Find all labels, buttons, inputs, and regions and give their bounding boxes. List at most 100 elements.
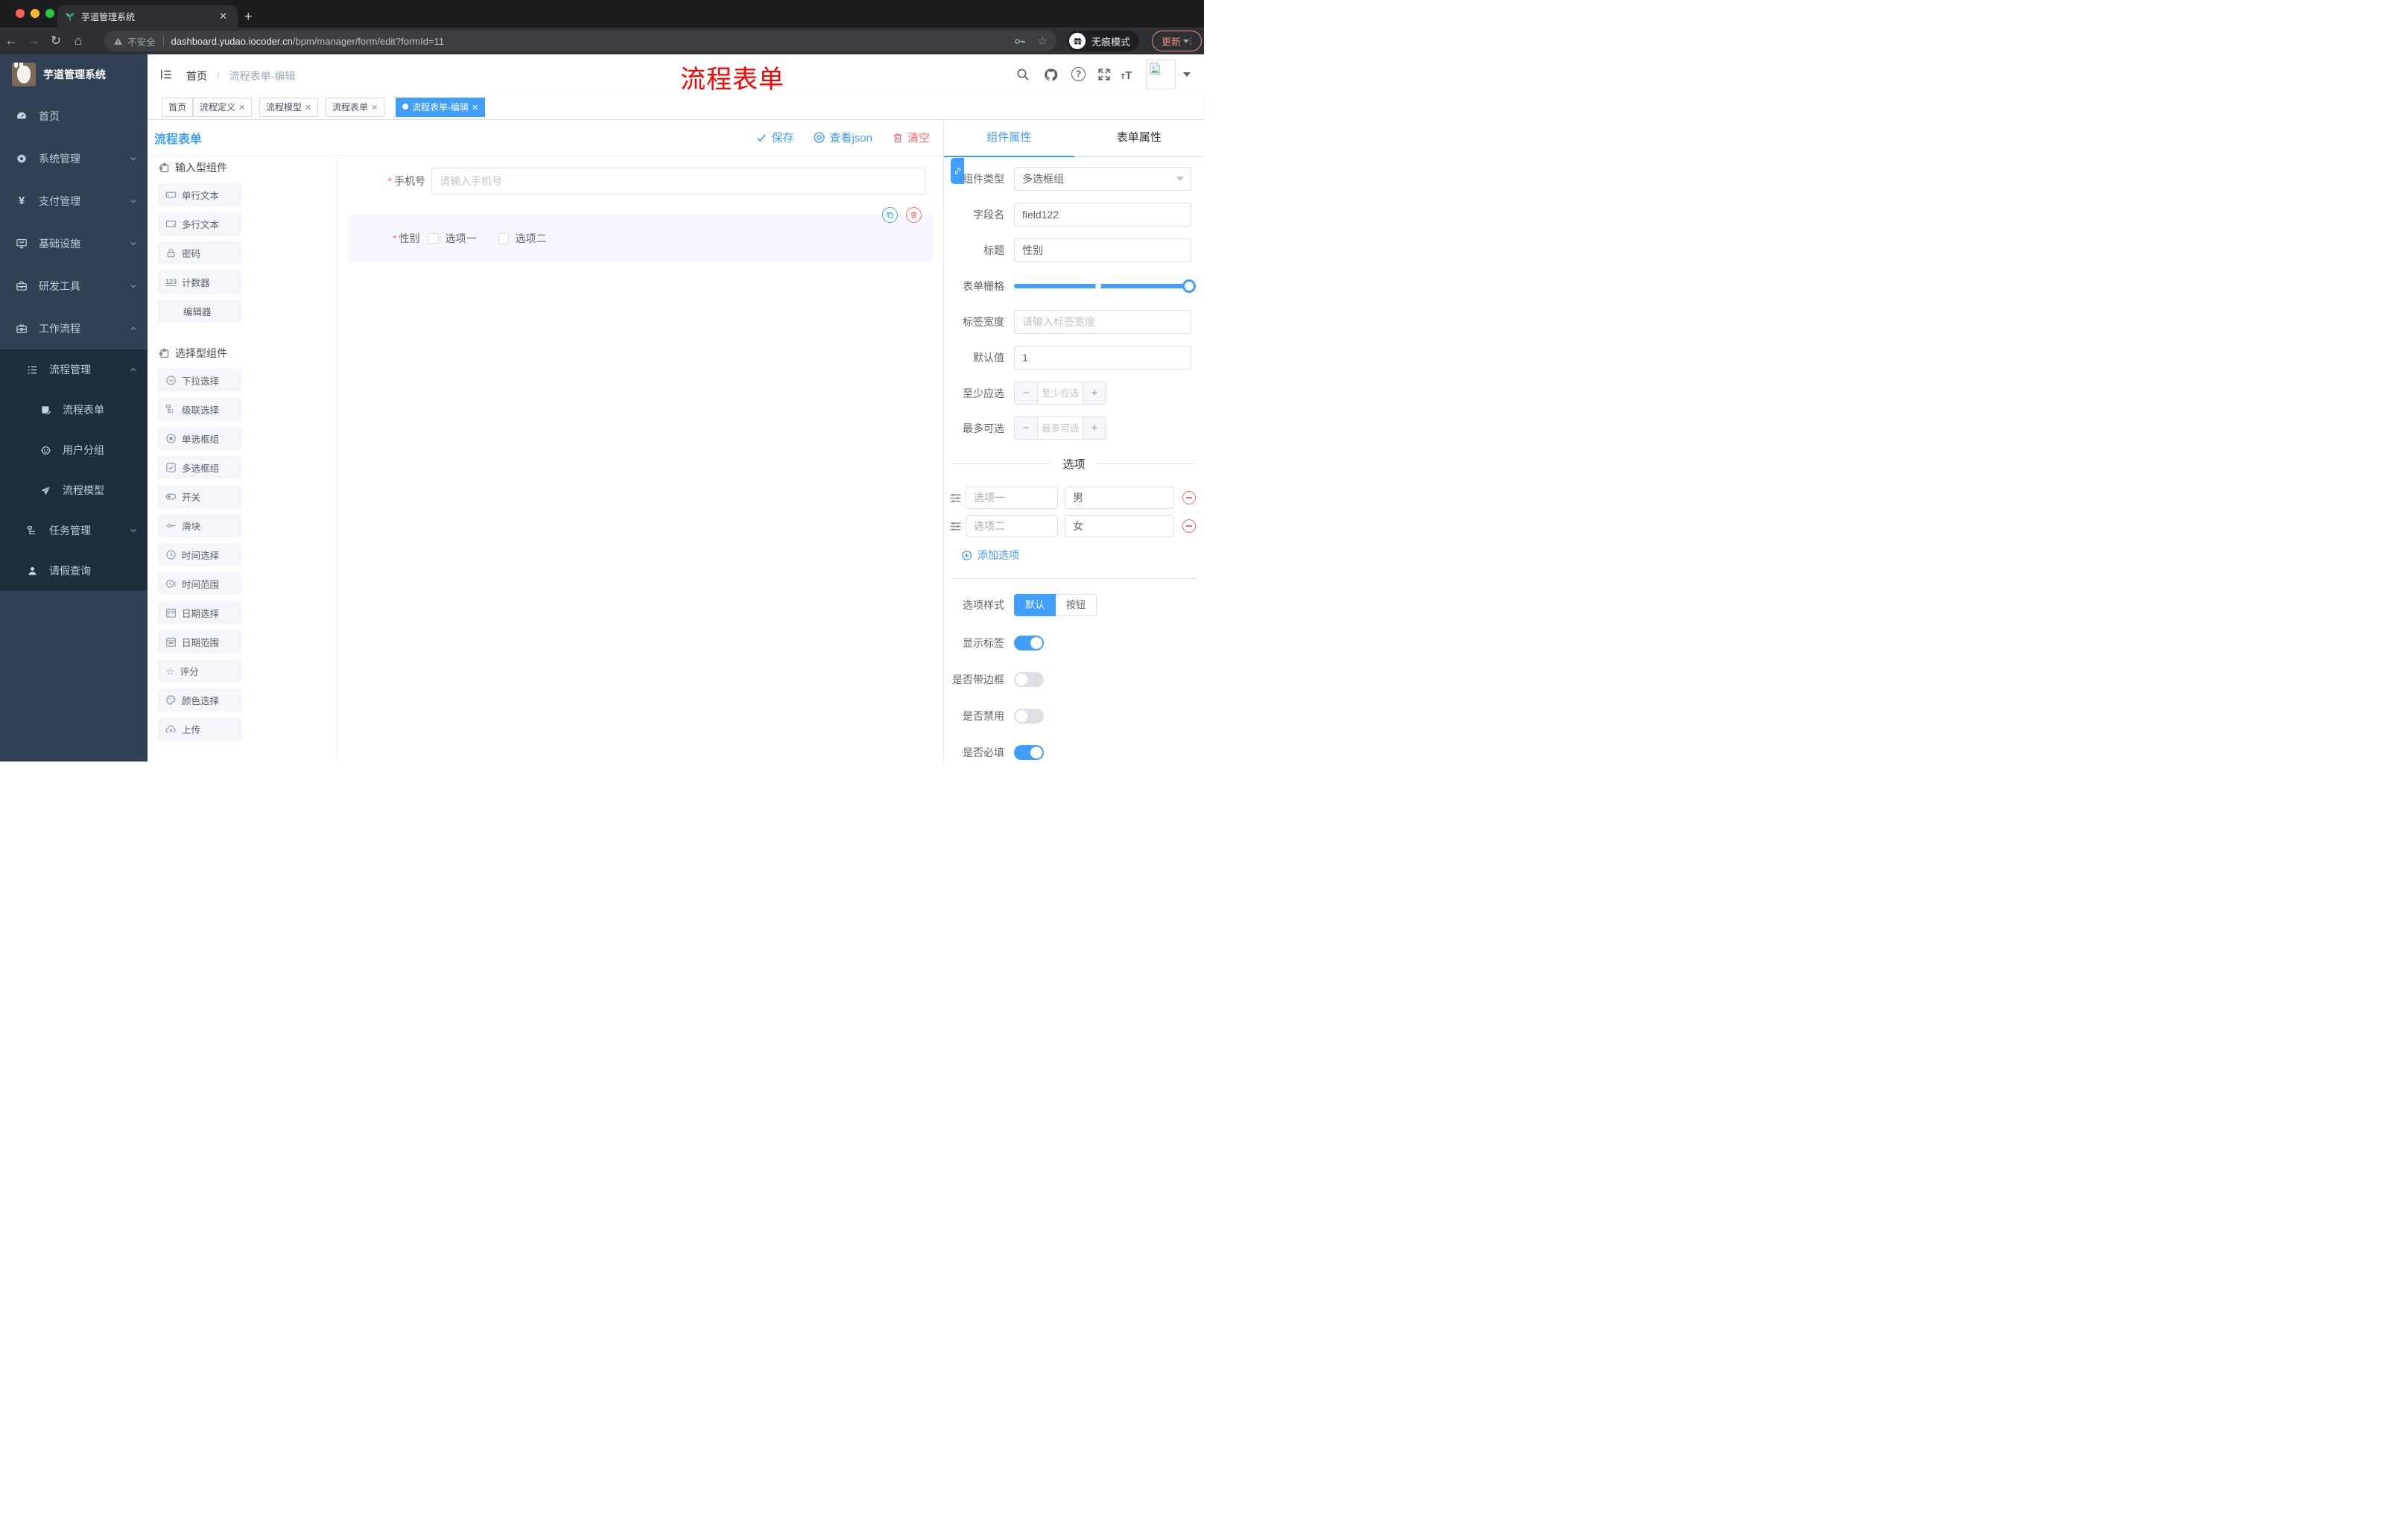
component-item[interactable]: 日期选择: [158, 601, 241, 624]
sidebar-item-process-model[interactable]: 流程模型: [0, 470, 148, 510]
option-value-input[interactable]: [1065, 487, 1174, 509]
sidebar-item-user-group[interactable]: 用户分组: [0, 430, 148, 470]
disabled-toggle[interactable]: [1014, 709, 1044, 723]
required-toggle[interactable]: [1014, 745, 1044, 760]
border-toggle[interactable]: [1014, 672, 1044, 687]
tab-form-props[interactable]: 表单属性: [1074, 120, 1205, 156]
password-key-icon[interactable]: [1013, 35, 1026, 48]
url-text[interactable]: dashboard.yudao.iocoder.cn/bpm/manager/f…: [171, 36, 1013, 47]
avatar-dropdown-caret[interactable]: [1183, 72, 1191, 77]
tab-component-props[interactable]: 组件属性: [944, 120, 1074, 157]
tag-process-model[interactable]: 流程模型 ✕: [259, 98, 319, 117]
delete-field-button[interactable]: [906, 207, 922, 223]
tag-process-definition[interactable]: 流程定义 ✕: [193, 98, 253, 117]
phone-field-row[interactable]: 手机号: [384, 168, 925, 194]
sidebar-item-infrastructure[interactable]: 基础设施: [0, 222, 148, 265]
link-tag-button[interactable]: [951, 158, 964, 184]
back-icon[interactable]: ←: [0, 34, 22, 48]
address-bar[interactable]: 不安全 dashboard.yudao.iocoder.cn/bpm/manag…: [104, 31, 1056, 51]
option-label-input[interactable]: [966, 515, 1058, 537]
component-type-select[interactable]: [1014, 167, 1191, 191]
decrease-button[interactable]: −: [1015, 382, 1037, 404]
sidebar-item-payment[interactable]: ¥ 支付管理: [0, 180, 148, 222]
component-item[interactable]: 密码: [158, 241, 241, 265]
slider-handle[interactable]: [1182, 279, 1196, 293]
save-button[interactable]: 保存: [755, 130, 793, 145]
view-json-button[interactable]: 查看json: [813, 130, 872, 145]
help-icon[interactable]: ?: [1071, 67, 1086, 81]
remove-option-button[interactable]: [1182, 519, 1196, 533]
title-input[interactable]: [1014, 238, 1191, 262]
drag-handle-icon[interactable]: [949, 492, 962, 504]
component-item[interactable]: 上传: [158, 718, 241, 741]
component-item[interactable]: 级联选择: [158, 398, 241, 421]
component-item[interactable]: 滑块: [158, 514, 241, 537]
close-icon[interactable]: ✕: [472, 104, 478, 113]
field-name-input[interactable]: [1014, 203, 1191, 227]
close-window-button[interactable]: [16, 9, 25, 18]
copy-field-button[interactable]: [882, 207, 898, 223]
option-value-input[interactable]: [1065, 515, 1174, 537]
component-item[interactable]: 多选框组: [158, 456, 241, 479]
min-select-input[interactable]: [1037, 382, 1083, 404]
component-item[interactable]: 单选框组: [158, 427, 241, 450]
component-item[interactable]: 时间选择: [158, 543, 241, 566]
sidebar-item-devtools[interactable]: 研发工具: [0, 265, 148, 307]
gender-field-row[interactable]: 性别 选项一 选项二: [393, 231, 568, 246]
gender-option-1[interactable]: 选项一: [428, 231, 476, 246]
toolbar-caret-icon[interactable]: [1183, 39, 1189, 43]
component-item[interactable]: 开关: [158, 485, 241, 508]
form-canvas[interactable]: 手机号 性别 选项一 选项二: [338, 156, 943, 762]
search-icon[interactable]: [1016, 68, 1030, 81]
fullscreen-icon[interactable]: [1097, 68, 1111, 81]
avatar[interactable]: [1146, 60, 1176, 89]
close-icon[interactable]: ✕: [371, 104, 378, 113]
style-default-button[interactable]: 默认: [1014, 594, 1056, 616]
sidebar-item-workflow[interactable]: 工作流程: [0, 307, 148, 349]
sidebar-toggle-icon[interactable]: [159, 68, 173, 81]
close-icon[interactable]: ✕: [238, 104, 245, 113]
tab-close-icon[interactable]: ✕: [216, 10, 230, 22]
component-item[interactable]: 下拉选择: [158, 369, 241, 392]
new-tab-button[interactable]: +: [244, 7, 253, 26]
default-value-input[interactable]: [1014, 346, 1191, 370]
sidebar-item-task-management[interactable]: 任务管理: [0, 510, 148, 551]
component-item[interactable]: 123 计数器: [158, 270, 241, 294]
github-icon[interactable]: [1044, 68, 1058, 82]
sidebar-item-home[interactable]: 首页: [0, 95, 148, 137]
update-button[interactable]: 更新 ⋮: [1152, 31, 1203, 51]
home-icon[interactable]: ⌂: [67, 34, 89, 48]
forward-icon[interactable]: →: [22, 34, 45, 48]
tag-home[interactable]: 首页: [162, 98, 194, 117]
decrease-button[interactable]: −: [1015, 417, 1037, 439]
component-item[interactable]: 颜色选择: [158, 688, 241, 712]
add-option-button[interactable]: 添加选项: [961, 548, 1204, 563]
breadcrumb-home[interactable]: 首页: [186, 70, 207, 82]
max-select-input[interactable]: [1037, 417, 1083, 439]
close-icon[interactable]: ✕: [305, 104, 311, 113]
reload-icon[interactable]: ↻: [45, 34, 67, 48]
increase-button[interactable]: +: [1083, 382, 1106, 404]
option-label-input[interactable]: [966, 487, 1058, 509]
checkbox-icon[interactable]: [498, 233, 510, 244]
component-item[interactable]: 编辑器: [158, 300, 241, 323]
sidebar-item-process-management[interactable]: 流程管理: [0, 349, 148, 390]
remove-option-button[interactable]: [1182, 491, 1196, 504]
font-size-icon[interactable]: TT: [1121, 69, 1132, 82]
gender-option-2[interactable]: 选项二: [498, 231, 546, 246]
style-button-button[interactable]: 按钮: [1056, 594, 1097, 616]
show-label-toggle[interactable]: [1014, 636, 1044, 650]
label-width-input[interactable]: [1014, 310, 1191, 334]
tag-process-form-edit[interactable]: 流程表单-编辑 ✕: [396, 98, 486, 117]
sidebar-item-leave-query[interactable]: 请假查询: [0, 551, 148, 591]
component-item[interactable]: ☆ 评分: [158, 659, 241, 683]
sidebar-logo[interactable]: 芋道管理系统: [0, 54, 148, 95]
clear-button[interactable]: 清空: [892, 130, 930, 145]
increase-button[interactable]: +: [1083, 417, 1106, 439]
minimize-window-button[interactable]: [31, 9, 39, 18]
bookmark-star-icon[interactable]: ☆: [1038, 34, 1048, 48]
component-item[interactable]: 时间范围: [158, 572, 241, 595]
form-grid-slider[interactable]: [1014, 279, 1196, 293]
component-item[interactable]: 日期范围: [158, 630, 241, 653]
sidebar-item-process-form[interactable]: 流程表单: [0, 390, 148, 430]
